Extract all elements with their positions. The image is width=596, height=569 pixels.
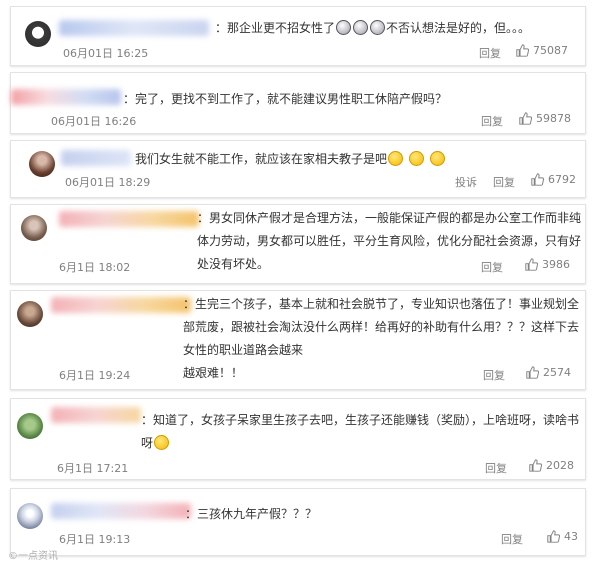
comment-text-main: 生完三个孩子，基本上就和社会脱节了，专业知识也落伍了！事业规划全 部荒废，跟被社… <box>183 297 580 380</box>
comment-card: ：那企业更不招女性了 不否认想法是好的，但。。。 06月01日 16:25 回复 … <box>10 6 586 66</box>
crying-emoji-icon <box>353 20 369 35</box>
like-count: 2574 <box>543 366 571 379</box>
like-count: 43 <box>564 530 578 543</box>
comment-time: 06月01日 18:29 <box>65 176 151 189</box>
comment-time: 6月1日 19:13 <box>59 533 131 546</box>
username-blurred[interactable] <box>51 297 191 313</box>
like-count: 3986 <box>542 258 570 271</box>
avatar[interactable] <box>29 151 55 177</box>
username-blurred[interactable] <box>59 20 209 36</box>
comment-text-main: 我们女生就不能工作，就应该在家相夫教子是吧 <box>135 152 388 166</box>
comment-card: ：三孩休九年产假？？？ 6月1日 19:13 回复 43 <box>10 488 586 556</box>
comment-time: 6月1日 18:02 <box>59 261 131 274</box>
comment-card: 我们女生就不能工作，就应该在家相夫教子是吧 06月01日 18:29 投诉 回复… <box>10 140 586 198</box>
avatar[interactable] <box>17 301 43 327</box>
like-count: 75087 <box>533 44 568 57</box>
watermark: ©一点资讯 <box>8 551 58 562</box>
like-count: 59878 <box>536 112 571 125</box>
like-button[interactable]: 2028 <box>529 459 574 472</box>
comment-time: 06月01日 16:26 <box>51 115 137 128</box>
reply-button[interactable]: 回复 <box>485 460 507 476</box>
like-button[interactable]: 2574 <box>526 366 571 379</box>
reply-button[interactable]: 回复 <box>493 174 515 190</box>
thumbs-up-icon <box>525 258 538 271</box>
reply-button[interactable]: 回复 <box>501 531 523 547</box>
comment-text-main: 男女同休产假才是合理方法，一般能保证产假的都是办公室工作而非纯 体力劳动，男女都… <box>197 211 582 271</box>
thumbs-up-icon <box>519 112 532 125</box>
comment-card: ：知道了，女孩子呆家里生孩子去吧，生孩子还能赚钱（奖励），上啥班呀，读啥书 呀 … <box>10 398 586 480</box>
like-button[interactable]: 43 <box>547 530 578 543</box>
comment-text-main: 三孩休九年产假？？？ <box>197 507 318 521</box>
crying-emoji-icon <box>370 20 386 35</box>
comment-text: ：三孩休九年产假？？？ <box>185 507 318 521</box>
avatar[interactable] <box>17 413 43 439</box>
avatar[interactable] <box>17 503 43 529</box>
comment-time: 6月1日 19:24 <box>59 369 131 382</box>
report-button[interactable]: 投诉 <box>455 174 477 190</box>
laughing-emoji-icon <box>408 151 424 166</box>
comment-text-tail: 不否认想法是好的，但。。。 <box>386 21 531 35</box>
thumbs-up-icon <box>516 44 529 57</box>
like-count: 6792 <box>548 173 576 186</box>
username-blurred[interactable] <box>11 89 121 105</box>
comment-text-main: 完了，更找不到工作了，就不能建议男性职工休陪产假吗？ <box>135 92 448 106</box>
comment-card: ：男女同休产假才是合理方法，一般能保证产假的都是办公室工作而非纯 体力劳动，男女… <box>10 204 586 284</box>
reply-button[interactable]: 回复 <box>481 113 503 129</box>
comment-time: 06月01日 16:25 <box>63 47 149 60</box>
comment-card: ：生完三个孩子，基本上就和社会脱节了，专业知识也落伍了！事业规划全 部荒废，跟被… <box>10 290 586 390</box>
username-blurred[interactable] <box>59 211 199 227</box>
comment-time: 6月1日 17:21 <box>57 462 129 475</box>
like-button[interactable]: 3986 <box>525 258 570 271</box>
comment-text: ：生完三个孩子，基本上就和社会脱节了，专业知识也落伍了！事业规划全 部荒废，跟被… <box>183 297 580 380</box>
comment-text: 我们女生就不能工作，就应该在家相夫教子是吧 <box>135 148 446 171</box>
avatar[interactable] <box>21 215 47 241</box>
avatar[interactable] <box>25 21 51 47</box>
thumbs-up-icon <box>526 366 539 379</box>
thumbs-up-icon <box>547 530 560 543</box>
comment-text: ：那企业更不招女性了 不否认想法是好的，但。。。 <box>215 20 531 35</box>
laughing-emoji-icon <box>429 151 445 166</box>
comment-text: ：完了，更找不到工作了，就不能建议男性职工休陪产假吗？ <box>123 92 448 106</box>
smiling-emoji-icon <box>154 435 170 450</box>
like-count: 2028 <box>546 459 574 472</box>
comment-text: ：知道了，女孩子呆家里生孩子去吧，生孩子还能赚钱（奖励），上啥班呀，读啥书 呀 <box>141 413 580 450</box>
reply-button[interactable]: 回复 <box>483 367 505 383</box>
laughing-emoji-icon <box>388 151 404 166</box>
username-blurred[interactable] <box>61 150 131 166</box>
thumbs-up-icon <box>529 459 542 472</box>
reply-button[interactable]: 回复 <box>479 45 501 61</box>
comment-card: ：完了，更找不到工作了，就不能建议男性职工休陪产假吗？ 06月01日 16:26… <box>10 72 586 134</box>
like-button[interactable]: 59878 <box>519 112 571 125</box>
comment-text-main: 那企业更不招女性了 <box>227 21 336 35</box>
username-blurred[interactable] <box>51 503 191 519</box>
thumbs-up-icon <box>531 173 544 186</box>
username-blurred[interactable] <box>51 407 141 423</box>
like-button[interactable]: 75087 <box>516 44 568 57</box>
reply-button[interactable]: 回复 <box>481 259 503 275</box>
comment-text-main: 知道了，女孩子呆家里生孩子去吧，生孩子还能赚钱（奖励），上啥班呀，读啥书 呀 <box>141 413 580 450</box>
like-button[interactable]: 6792 <box>531 173 576 186</box>
crying-emoji-icon <box>336 20 352 35</box>
